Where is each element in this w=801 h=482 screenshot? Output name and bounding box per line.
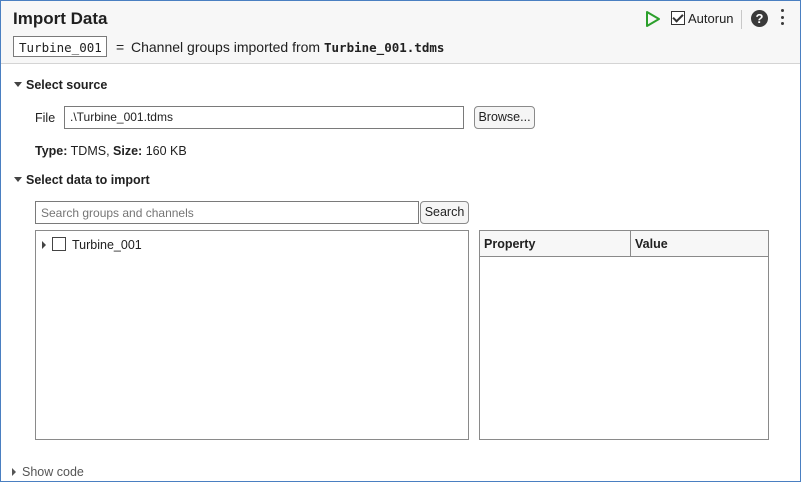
type-label: Type: bbox=[35, 144, 68, 158]
description-prefix: Channel groups imported from bbox=[131, 39, 321, 55]
column-header-value[interactable]: Value bbox=[631, 231, 768, 257]
file-path-input[interactable]: .\Turbine_001.tdms bbox=[64, 106, 464, 129]
import-description: Channel groups imported from Turbine_001… bbox=[131, 39, 444, 55]
tree-item-turbine-001[interactable]: Turbine_001 bbox=[42, 235, 142, 252]
type-value: TDMS, bbox=[70, 144, 110, 158]
autorun-label: Autorun bbox=[688, 11, 734, 26]
column-header-property[interactable]: Property bbox=[480, 231, 631, 257]
more-options-icon[interactable] bbox=[779, 9, 785, 29]
run-icon[interactable] bbox=[645, 10, 661, 28]
chevron-down-icon bbox=[14, 82, 22, 87]
section-label: Select source bbox=[26, 78, 108, 92]
description-file-name: Turbine_001.tdms bbox=[324, 40, 445, 55]
search-button[interactable]: Search bbox=[420, 201, 469, 224]
tree-item-label: Turbine_001 bbox=[72, 238, 142, 252]
help-icon[interactable]: ? bbox=[751, 10, 768, 27]
select-data-section-header[interactable]: Select data to import bbox=[14, 173, 150, 187]
chevron-right-icon bbox=[12, 468, 16, 476]
checkbox-checked-icon bbox=[671, 11, 685, 25]
header-bar: Import Data Turbine_001 = Channel groups… bbox=[1, 1, 800, 64]
browse-button[interactable]: Browse... bbox=[474, 106, 535, 129]
properties-table: Property Value bbox=[479, 230, 769, 440]
tree-item-checkbox[interactable] bbox=[52, 237, 66, 251]
file-info: Type: TDMS, Size: 160 KB bbox=[35, 144, 187, 158]
section-label: Select data to import bbox=[26, 173, 150, 187]
select-source-section-header[interactable]: Select source bbox=[14, 78, 107, 92]
size-label: Size: bbox=[113, 144, 143, 158]
size-value: 160 KB bbox=[145, 144, 187, 158]
show-code-label: Show code bbox=[22, 465, 84, 479]
toolbar-divider bbox=[741, 10, 742, 29]
output-variable-name-field[interactable]: Turbine_001 bbox=[13, 36, 107, 57]
equals-sign: = bbox=[116, 39, 125, 55]
chevron-right-icon[interactable] bbox=[42, 241, 46, 249]
file-label: File bbox=[35, 111, 56, 125]
search-input[interactable] bbox=[35, 201, 419, 224]
show-code-toggle[interactable]: Show code bbox=[12, 465, 84, 479]
autorun-checkbox[interactable]: Autorun bbox=[671, 9, 734, 26]
channel-tree[interactable]: Turbine_001 bbox=[35, 230, 469, 440]
page-title: Import Data bbox=[13, 9, 108, 28]
chevron-down-icon bbox=[14, 177, 22, 182]
